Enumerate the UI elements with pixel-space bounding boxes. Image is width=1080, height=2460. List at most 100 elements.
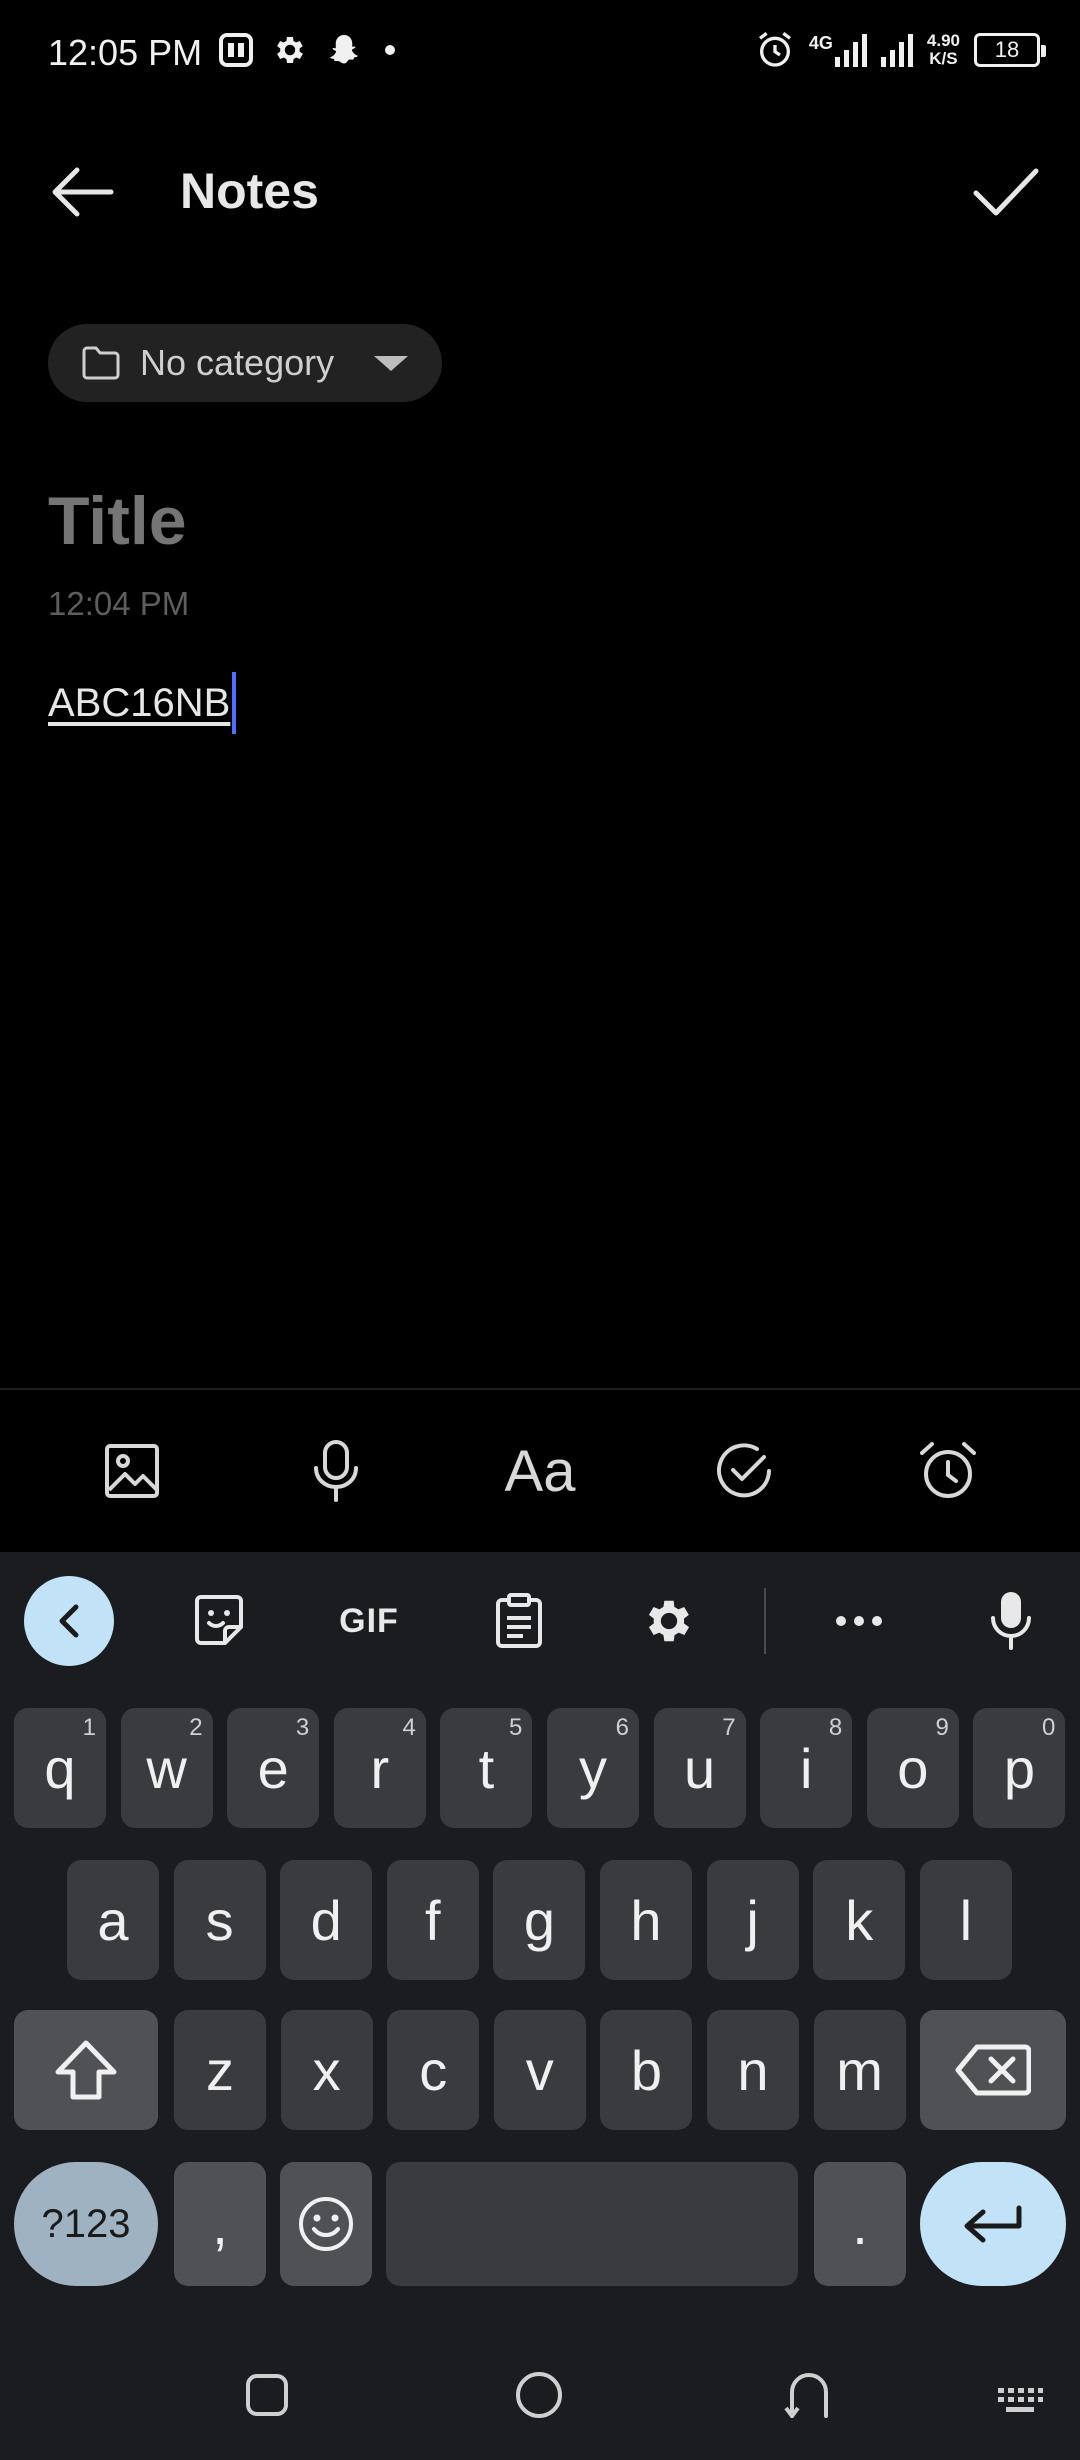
key-f[interactable]: f — [386, 1860, 479, 1980]
reminder-button[interactable] — [903, 1426, 993, 1516]
key-label: g — [523, 1888, 555, 1952]
key-label: p — [1003, 1736, 1035, 1800]
period-key[interactable]: . — [814, 2162, 906, 2286]
key-label: f — [425, 1888, 441, 1952]
key-hint: 5 — [509, 1714, 523, 1741]
key-q[interactable]: q1 — [14, 1708, 106, 1828]
key-label: l — [959, 1888, 973, 1952]
shift-key[interactable] — [14, 2010, 158, 2130]
key-j[interactable]: j — [706, 1860, 799, 1980]
key-v[interactable]: v — [493, 2010, 586, 2130]
key-s[interactable]: s — [173, 1860, 266, 1980]
insert-image-button[interactable] — [87, 1426, 177, 1516]
sticker-icon — [195, 1595, 243, 1645]
backspace-key[interactable] — [920, 2010, 1066, 2130]
key-label: i — [799, 1736, 813, 1800]
home-button[interactable] — [514, 2370, 564, 2425]
key-k[interactable]: k — [813, 1860, 906, 1980]
more-options-button[interactable] — [814, 1576, 904, 1666]
battery-icon: 18 — [974, 33, 1046, 67]
keyboard-settings-button[interactable] — [624, 1576, 714, 1666]
note-body-input[interactable]: ABC16NB — [48, 672, 237, 734]
network-type: 4G — [809, 33, 867, 67]
key-label: v — [525, 2038, 554, 2102]
symbols-key[interactable]: ?123 — [14, 2162, 158, 2286]
recent-apps-button[interactable] — [244, 2372, 290, 2423]
key-a[interactable]: a — [67, 1860, 159, 1980]
system-icons: 4G 4.90 K/S 18 — [755, 30, 1046, 70]
key-o[interactable]: o9 — [866, 1708, 959, 1828]
category-dropdown[interactable]: No category — [48, 324, 442, 402]
key-hint: 3 — [295, 1714, 310, 1741]
signal-strength-2-icon — [880, 34, 913, 67]
more-notifications-dot-icon — [385, 45, 395, 55]
keyboard-collapse-button[interactable] — [24, 1576, 114, 1666]
key-t[interactable]: t5 — [440, 1708, 533, 1828]
gif-button[interactable]: GIF — [324, 1576, 414, 1666]
keyboard-switch-button[interactable] — [996, 2386, 1044, 2421]
key-p[interactable]: p0 — [973, 1708, 1066, 1828]
key-hint: 4 — [402, 1714, 416, 1741]
key-hint: 0 — [1042, 1714, 1056, 1741]
snapchat-icon — [330, 35, 358, 64]
key-h[interactable]: h — [600, 1860, 692, 1980]
network-speed-unit: K/S — [929, 49, 958, 68]
voice-record-button[interactable] — [291, 1426, 381, 1516]
title-input[interactable] — [48, 476, 948, 566]
text-style-button[interactable]: Aa — [495, 1426, 585, 1516]
key-w[interactable]: w2 — [120, 1708, 213, 1828]
comma-key[interactable]: , — [174, 2162, 266, 2286]
key-label: , — [212, 2192, 228, 2256]
voice-input-button[interactable] — [966, 1576, 1056, 1666]
notification-icons — [218, 32, 400, 68]
save-button[interactable] — [964, 150, 1048, 234]
key-b[interactable]: b — [600, 2010, 693, 2130]
alarm-icon — [758, 32, 791, 67]
key-m[interactable]: m — [813, 2010, 906, 2130]
gif-label: GIF — [339, 1601, 399, 1640]
back-button[interactable] — [40, 150, 124, 234]
emoji-icon — [299, 2197, 353, 2251]
key-z[interactable]: z — [174, 2010, 266, 2130]
key-label: o — [897, 1736, 929, 1800]
key-label: z — [206, 2038, 234, 2102]
keyboard-icon — [998, 2388, 1043, 2412]
navigation-bar — [0, 2340, 1080, 2460]
emoji-key[interactable] — [280, 2162, 372, 2286]
category-label: No category — [140, 342, 335, 383]
key-label: t — [478, 1736, 495, 1800]
key-c[interactable]: c — [387, 2010, 480, 2130]
key-r[interactable]: r4 — [333, 1708, 426, 1828]
key-d[interactable]: d — [280, 1860, 373, 1980]
key-g[interactable]: g — [493, 1860, 586, 1980]
key-label: b — [630, 2038, 662, 2102]
key-label: . — [852, 2192, 868, 2256]
sticker-button[interactable] — [174, 1576, 264, 1666]
status-time: 12:05 PM — [48, 32, 203, 73]
enter-key[interactable] — [920, 2162, 1066, 2286]
keyboard-toolbar: GIF — [0, 1552, 1080, 1682]
key-hint: 1 — [82, 1714, 96, 1741]
check-circle-icon — [717, 1443, 771, 1498]
back-nav-button[interactable] — [784, 2368, 834, 2425]
key-label: h — [630, 1888, 662, 1952]
checklist-button[interactable] — [699, 1426, 789, 1516]
circle-icon — [516, 2372, 562, 2418]
key-label: n — [737, 2038, 769, 2102]
key-u[interactable]: u7 — [653, 1708, 746, 1828]
dropdown-arrow-icon — [374, 355, 409, 371]
key-label: s — [205, 1888, 234, 1952]
key-label: ?123 — [41, 2201, 131, 2246]
checkmark-icon — [973, 168, 1039, 216]
key-i[interactable]: i8 — [760, 1708, 853, 1828]
key-l[interactable]: l — [919, 1860, 1012, 1980]
key-y[interactable]: y6 — [547, 1708, 639, 1828]
space-key[interactable] — [386, 2162, 798, 2286]
clipboard-button[interactable] — [474, 1576, 564, 1666]
key-e[interactable]: e3 — [227, 1708, 320, 1828]
note-timestamp: 12:04 PM — [48, 585, 190, 622]
key-n[interactable]: n — [707, 2010, 799, 2130]
microphone-icon — [991, 1592, 1031, 1650]
format-toolbar: Aa — [0, 1388, 1080, 1552]
key-x[interactable]: x — [280, 2010, 373, 2130]
